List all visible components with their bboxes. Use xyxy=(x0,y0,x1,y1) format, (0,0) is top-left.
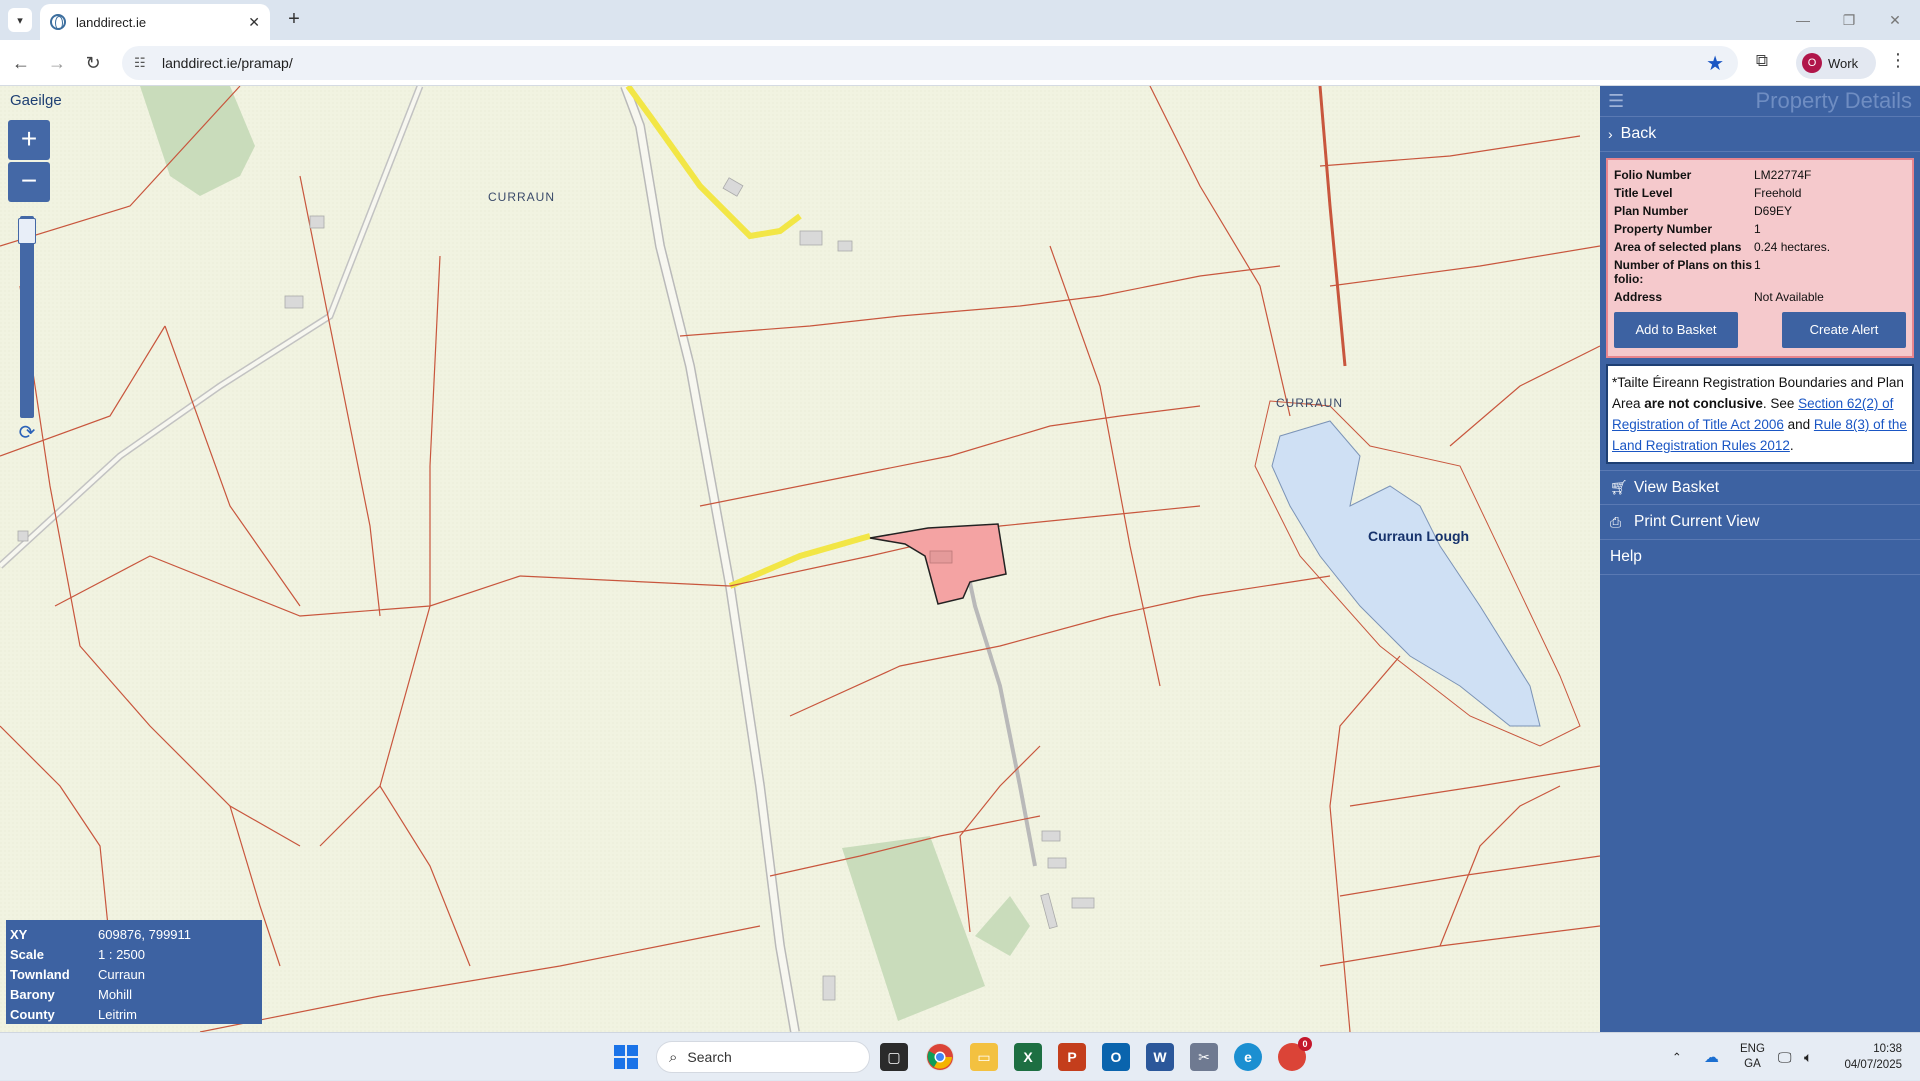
back-button[interactable]: ← xyxy=(8,50,34,76)
language-link[interactable]: Gaeilge xyxy=(10,92,62,109)
zoom-out-button[interactable]: − xyxy=(8,162,50,202)
back-label: Back xyxy=(1620,125,1657,142)
avatar: O xyxy=(1802,53,1822,73)
detail-row: Folio Number LM22774F xyxy=(1614,168,1812,182)
refresh-icon[interactable]: ⟳ xyxy=(16,422,38,444)
townland-label: CURRAUN xyxy=(488,190,555,204)
info-row-barony: Barony Mohill xyxy=(10,986,132,1002)
tune-icon[interactable]: ☷ xyxy=(134,55,150,71)
word-icon[interactable]: W xyxy=(1146,1043,1174,1071)
details-actions: Add to Basket Create Alert xyxy=(1614,312,1906,348)
detail-row: Property Number 1 xyxy=(1614,222,1761,236)
cart-icon: 🛒︎ xyxy=(1610,479,1628,495)
excel-icon[interactable]: X xyxy=(1014,1043,1042,1071)
property-details-panel: ☰ Property Details › Back Folio Number LM… xyxy=(1600,86,1920,1032)
globe-icon xyxy=(50,14,66,30)
tab-list-button[interactable]: ▾ xyxy=(8,8,32,32)
detail-row: Address Not Available xyxy=(1614,290,1824,304)
view-basket-link[interactable]: 🛒︎ View Basket xyxy=(1600,470,1920,505)
minimize-button[interactable]: — xyxy=(1788,8,1818,32)
reload-button[interactable]: ↻ xyxy=(80,50,106,76)
taskbar: ⌕ Search ▢ ▭ X P O W ✂ e 0 ⌃ ☁ ENG GA 🖵︎… xyxy=(0,1032,1920,1080)
detail-row: Area of selected plans 0.24 hectares. xyxy=(1614,240,1831,254)
zoom-in-button[interactable]: + xyxy=(8,120,50,160)
map-canvas[interactable]: Gaeilge + − ⟳ CURRAUN CURRAUN Curraun Lo… xyxy=(0,86,1600,1032)
parcel-building xyxy=(929,550,953,564)
chevron-down-icon: ▾ xyxy=(17,14,23,27)
zoom-slider-track[interactable] xyxy=(20,216,34,418)
lake-label: Curraun Lough xyxy=(1368,528,1470,544)
help-link[interactable]: Help xyxy=(1600,540,1920,575)
close-window-button[interactable]: ✕ xyxy=(1880,8,1910,32)
language-indicator[interactable]: ENG GA xyxy=(1740,1042,1765,1072)
disclaimer-notice: *Tailte Éireann Registration Boundaries … xyxy=(1606,364,1914,464)
forward-button[interactable]: → xyxy=(44,50,70,76)
kebab-icon[interactable]: ⋮ xyxy=(1888,50,1908,76)
windows-start-icon[interactable] xyxy=(614,1045,638,1069)
search-icon: ⌕ xyxy=(669,1048,678,1066)
edge-icon[interactable]: e xyxy=(1234,1043,1262,1071)
info-row-xy: XY 609876, 799911 xyxy=(10,926,192,942)
restore-button[interactable]: ❐ xyxy=(1834,8,1864,32)
printer-icon: ⎙ xyxy=(1610,513,1622,530)
add-to-basket-button[interactable]: Add to Basket xyxy=(1614,312,1738,348)
property-details-box: Folio Number LM22774F Title Level Freehold… xyxy=(1606,158,1914,358)
volume-icon[interactable]: 🔈︎ xyxy=(1804,1033,1812,1081)
chrome-icon[interactable] xyxy=(926,1043,954,1071)
snipping-tool-icon[interactable]: ✂ xyxy=(1190,1043,1218,1071)
hamburger-icon[interactable]: ☰ xyxy=(1608,91,1626,112)
townland-label: CURRAUN xyxy=(1276,396,1343,410)
info-row-townland: Townland Curraun xyxy=(10,966,145,982)
profile-label: Work xyxy=(1828,55,1859,71)
map-drawing xyxy=(0,86,1600,1032)
location-info-box: XY 609876, 799911 Scale 1 : 2500 Townland C… xyxy=(6,920,262,1024)
puzzle-icon[interactable]: ⧉ xyxy=(1750,51,1774,75)
info-row-county: County Leitrim xyxy=(10,1006,138,1022)
notification-badge: 0 xyxy=(1298,1037,1312,1051)
new-tab-button[interactable]: + xyxy=(282,8,306,32)
powerpoint-icon[interactable]: P xyxy=(1058,1043,1086,1071)
network-icon[interactable]: 🖵︎ xyxy=(1778,1033,1792,1081)
system-clock[interactable]: 10:38 04/07/2025 xyxy=(1844,1041,1902,1073)
close-icon[interactable]: ✕ xyxy=(248,14,260,31)
show-hidden-icons-icon[interactable]: ⌃ xyxy=(1672,1033,1682,1081)
tab-strip: ▾ landdirect.ie ✕ + — ❐ ✕ xyxy=(0,0,1920,40)
address-bar[interactable]: ☷ landdirect.ie/pramap/ ★ xyxy=(122,46,1738,80)
detail-row: Number of Plans on this folio: 1 xyxy=(1614,258,1761,286)
chevron-right-icon: › xyxy=(1608,126,1613,142)
taskbar-search[interactable]: ⌕ Search xyxy=(656,1041,870,1073)
zoom-slider-handle[interactable] xyxy=(18,218,36,244)
detail-row: Plan Number D69EY xyxy=(1614,204,1793,218)
star-icon[interactable]: ★ xyxy=(1706,51,1724,76)
detail-row: Title Level Freehold xyxy=(1614,186,1802,200)
profile-button[interactable]: O Work xyxy=(1796,47,1876,79)
browser-toolbar: ← → ↻ ☷ landdirect.ie/pramap/ ★ ⧉ O Work… xyxy=(0,40,1920,86)
info-row-scale: Scale 1 : 2500 xyxy=(10,946,145,962)
tab-title: landdirect.ie xyxy=(76,14,147,30)
back-link[interactable]: › Back xyxy=(1600,116,1920,152)
onedrive-icon[interactable]: ☁ xyxy=(1704,1033,1719,1081)
panel-title: Property Details xyxy=(1755,88,1912,113)
create-alert-button[interactable]: Create Alert xyxy=(1782,312,1906,348)
chrome-profile-icon[interactable]: 0 xyxy=(1278,1037,1312,1071)
outlook-icon[interactable]: O xyxy=(1102,1043,1130,1071)
file-explorer-icon[interactable]: ▭ xyxy=(970,1043,998,1071)
details-table: Folio Number LM22774F Title Level Freehold… xyxy=(1614,166,1906,306)
print-view-link[interactable]: ⎙ Print Current View xyxy=(1600,505,1920,540)
url-text[interactable]: landdirect.ie/pramap/ xyxy=(162,55,293,71)
task-view-icon[interactable]: ▢ xyxy=(880,1043,908,1071)
panel-header: ☰ Property Details xyxy=(1600,86,1920,116)
active-tab[interactable]: landdirect.ie ✕ xyxy=(40,4,270,40)
